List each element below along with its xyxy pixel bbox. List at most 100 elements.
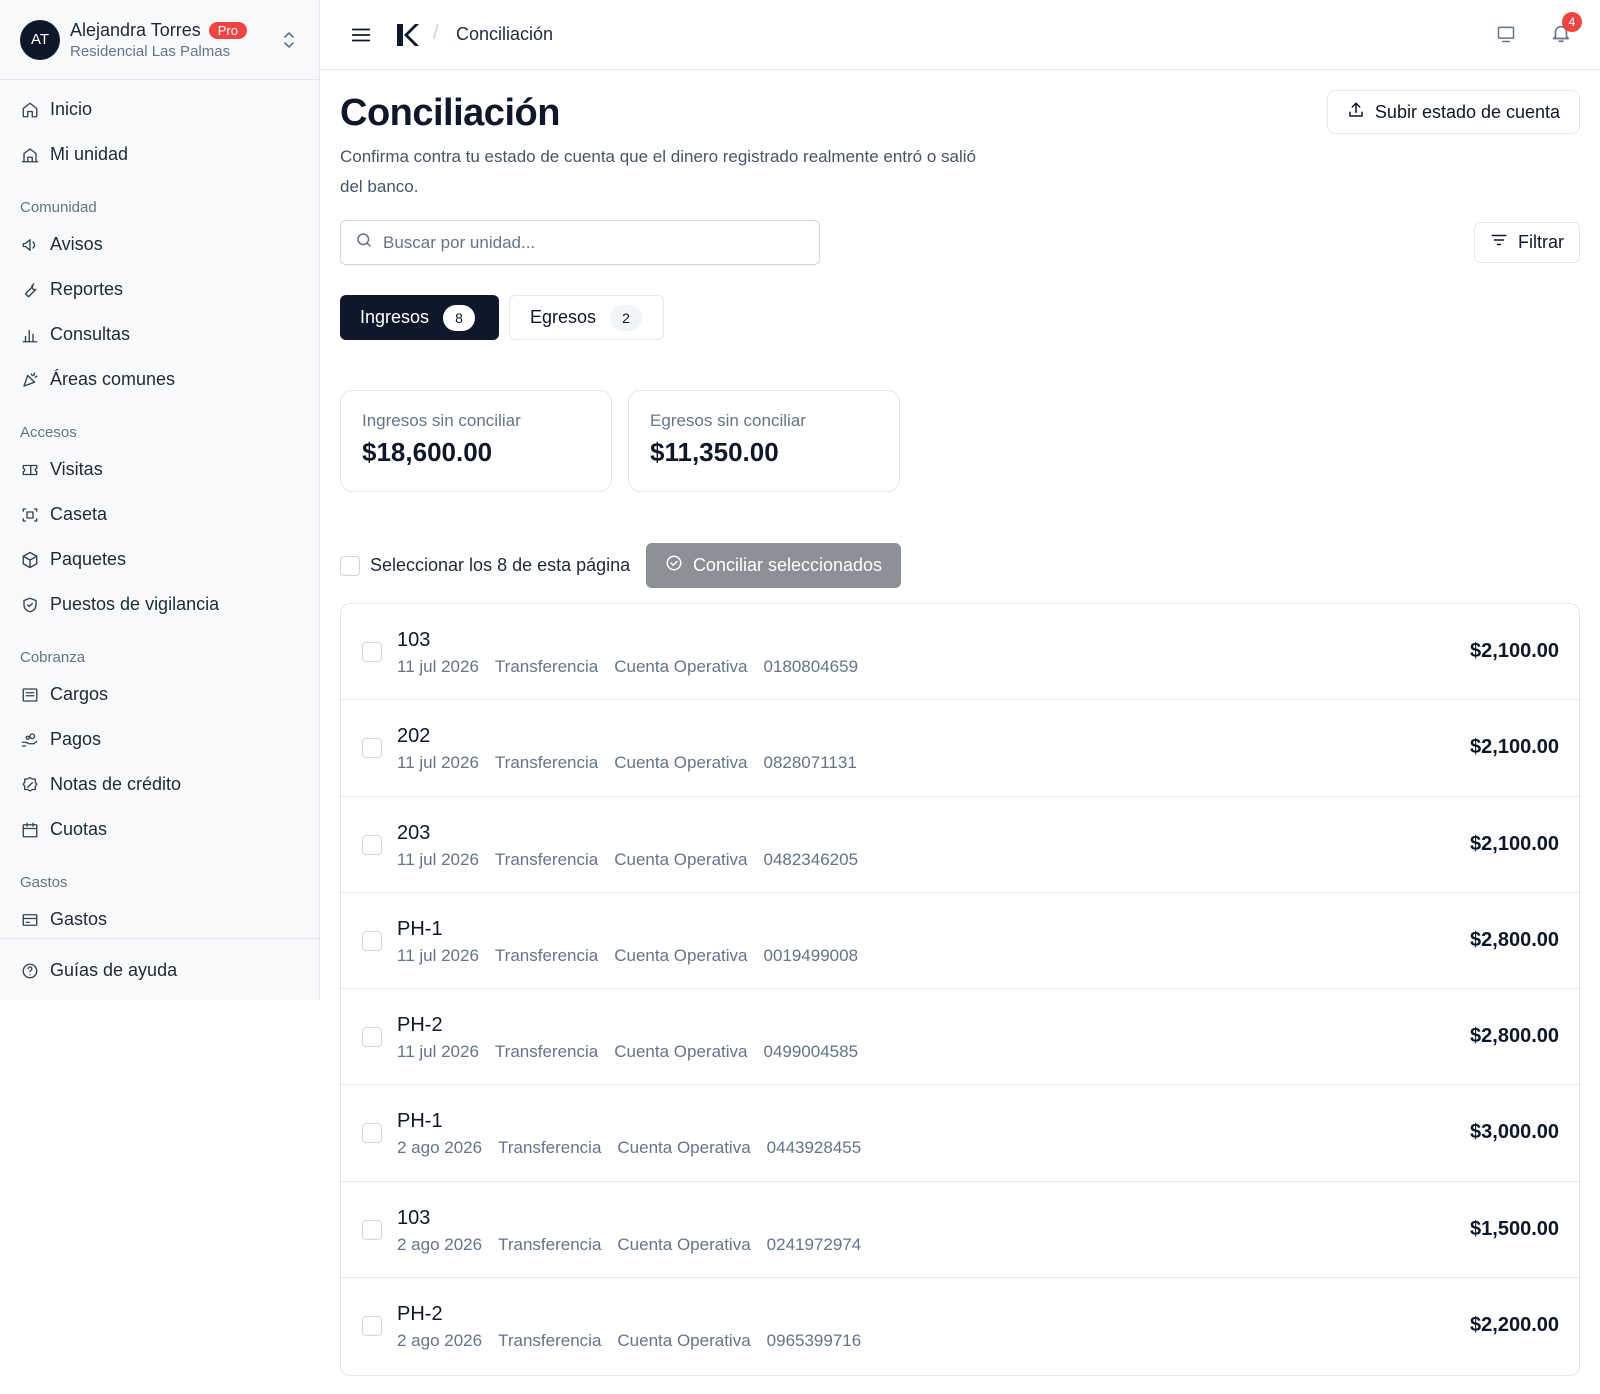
plan-badge: Pro (208, 21, 247, 39)
select-all-label: Seleccionar los 8 de esta página (370, 555, 631, 575)
row-meta: 11 jul 2026 Transferencia Cuenta Operati… (397, 946, 858, 966)
row-amount: $2,800.00 (1470, 1025, 1559, 1048)
sidebar-item-label: Mi unidad (50, 144, 129, 164)
sidebar-item-label: Pagos (50, 729, 102, 749)
user-name: Alejandra Torres (70, 19, 201, 40)
row-account: Cuenta Operativa (614, 753, 748, 773)
sidebar-item-label: Cuotas (50, 819, 108, 839)
sidebar-item-label: Consultas (50, 324, 131, 344)
row-checkbox[interactable] (362, 642, 382, 662)
sidebar-item-label: Cargos (50, 684, 109, 704)
row-unit: PH-2 (397, 1303, 443, 1326)
row-checkbox[interactable] (362, 1316, 382, 1337)
menu-icon[interactable] (350, 24, 372, 46)
house-icon (20, 145, 40, 165)
sidebar-item-label: Guías de ayuda (50, 960, 178, 980)
list-item[interactable]: PH-1 11 jul 2026 Transferencia Cuenta Op… (341, 893, 1579, 990)
row-amount: $2,800.00 (1470, 928, 1559, 951)
sidebar-item-areas-comunes[interactable]: Áreas comunes (0, 357, 319, 402)
stat-label: Egresos sin conciliar (650, 411, 806, 430)
package-icon (20, 550, 40, 570)
sidebar-item-label: Áreas comunes (50, 369, 176, 389)
page-title: Conciliación (340, 92, 560, 134)
select-all-checkbox[interactable] (340, 555, 360, 576)
sidebar-item-consultas[interactable]: Consultas (0, 312, 319, 357)
sidebar-item-label: Notas de crédito (50, 774, 182, 794)
sidebar-item-notas-de-credito[interactable]: Notas de crédito (0, 762, 319, 807)
row-checkbox[interactable] (362, 1027, 382, 1048)
sidebar-item-puestos-de-vigilancia[interactable]: Puestos de vigilancia (0, 582, 319, 627)
row-checkbox[interactable] (362, 930, 382, 951)
list-item[interactable]: 202 11 jul 2026 Transferencia Cuenta Ope… (341, 700, 1579, 797)
row-checkbox[interactable] (362, 834, 382, 855)
wrench-icon (20, 280, 40, 300)
tab-ingresos[interactable]: Ingresos 8 (340, 295, 499, 340)
breadcrumb-separator: / (433, 22, 439, 44)
list-item[interactable]: PH-2 11 jul 2026 Transferencia Cuenta Op… (341, 989, 1579, 1086)
scan-icon (20, 505, 40, 525)
search-box (340, 220, 820, 265)
upload-statement-button[interactable]: Subir estado de cuenta (1327, 90, 1580, 134)
row-reference: 0241972974 (766, 1234, 862, 1254)
row-method: Transferencia (498, 1138, 602, 1158)
row-method: Transferencia (494, 753, 599, 773)
sidebar: AT Alejandra Torres Pro Residencial Las … (0, 0, 320, 1000)
sidebar-item-label: Gastos (50, 909, 108, 929)
community-name: Residencial Las Palmas (70, 42, 231, 60)
list-item[interactable]: 203 11 jul 2026 Transferencia Cuenta Ope… (341, 797, 1579, 893)
sidebar-item-cargos[interactable]: Cargos (0, 672, 319, 717)
sidebar-item-avisos[interactable]: Avisos (0, 222, 319, 267)
list-item[interactable]: 103 11 jul 2026 Transferencia Cuenta Ope… (341, 604, 1579, 701)
row-date: 2 ago 2026 (397, 1331, 483, 1351)
row-meta: 11 jul 2026 Transferencia Cuenta Operati… (397, 1042, 858, 1062)
breadcrumb: Conciliación (456, 24, 554, 44)
user-switcher[interactable]: AT Alejandra Torres Pro Residencial Las … (0, 0, 319, 80)
row-reference: 0019499008 (763, 945, 859, 965)
sidebar-item-mi-unidad[interactable]: Mi unidad (0, 132, 319, 177)
sidebar-item-visitas[interactable]: Visitas (0, 447, 319, 492)
sidebar-item-label: Visitas (50, 459, 103, 479)
sidebar-item-label: Paquetes (50, 549, 127, 569)
row-date: 11 jul 2026 (397, 849, 479, 869)
row-checkbox[interactable] (362, 1219, 382, 1240)
tab-label: Ingresos (360, 307, 430, 327)
filter-button[interactable]: Filtrar (1474, 222, 1580, 263)
sidebar-item-gastos[interactable]: Gastos (0, 897, 319, 942)
row-meta: 11 jul 2026 Transferencia Cuenta Operati… (397, 850, 858, 870)
row-amount: $2,200.00 (1470, 1314, 1559, 1337)
reconcile-selected-button[interactable]: Conciliar seleccionados (646, 543, 901, 588)
sidebar-item-caseta[interactable]: Caseta (0, 492, 319, 537)
list-item[interactable]: 103 2 ago 2026 Transferencia Cuenta Oper… (341, 1182, 1579, 1279)
nav-section-accesos: Accesos (20, 424, 77, 441)
sidebar-item-pagos[interactable]: Pagos (0, 717, 319, 762)
stat-card-egresos: Egresos sin conciliar $11,350.00 (628, 390, 900, 492)
search-input[interactable] (383, 232, 783, 253)
row-checkbox[interactable] (362, 1123, 382, 1144)
upload-statement-label: Subir estado de cuenta (1374, 101, 1561, 122)
sidebar-item-reportes[interactable]: Reportes (0, 267, 319, 312)
tab-egresos[interactable]: Egresos 2 (509, 295, 664, 340)
party-popper-icon (20, 370, 40, 390)
stat-card-ingresos: Ingresos sin conciliar $18,600.00 (340, 390, 612, 492)
list-item[interactable]: PH-1 2 ago 2026 Transferencia Cuenta Ope… (341, 1085, 1579, 1182)
user-info: Alejandra Torres Pro Residencial Las Pal… (70, 20, 279, 60)
sidebar-item-inicio[interactable]: Inicio (0, 87, 319, 132)
app-logo[interactable] (394, 22, 420, 48)
sidebar-item-cuotas[interactable]: Cuotas (0, 807, 319, 852)
row-meta: 11 jul 2026 Transferencia Cuenta Operati… (397, 657, 858, 677)
monitor-icon[interactable] (1496, 24, 1518, 46)
filter-icon (1490, 231, 1508, 254)
row-checkbox[interactable] (362, 738, 382, 759)
ticket-icon (20, 460, 40, 480)
sidebar-item-guias-de-ayuda[interactable]: Guías de ayuda (0, 948, 319, 993)
row-date: 11 jul 2026 (397, 657, 479, 676)
list-item[interactable]: PH-2 2 ago 2026 Transferencia Cuenta Ope… (341, 1278, 1579, 1374)
sidebar-item-paquetes[interactable]: Paquetes (0, 537, 319, 582)
row-amount: $2,100.00 (1470, 640, 1559, 662)
chevrons-up-down-icon[interactable] (279, 27, 299, 53)
row-unit: PH-1 (397, 1110, 443, 1133)
help-circle-icon (20, 961, 40, 981)
row-account: Cuenta Operativa (614, 1042, 748, 1062)
row-unit: PH-1 (397, 917, 443, 940)
row-method: Transferencia (498, 1331, 602, 1351)
